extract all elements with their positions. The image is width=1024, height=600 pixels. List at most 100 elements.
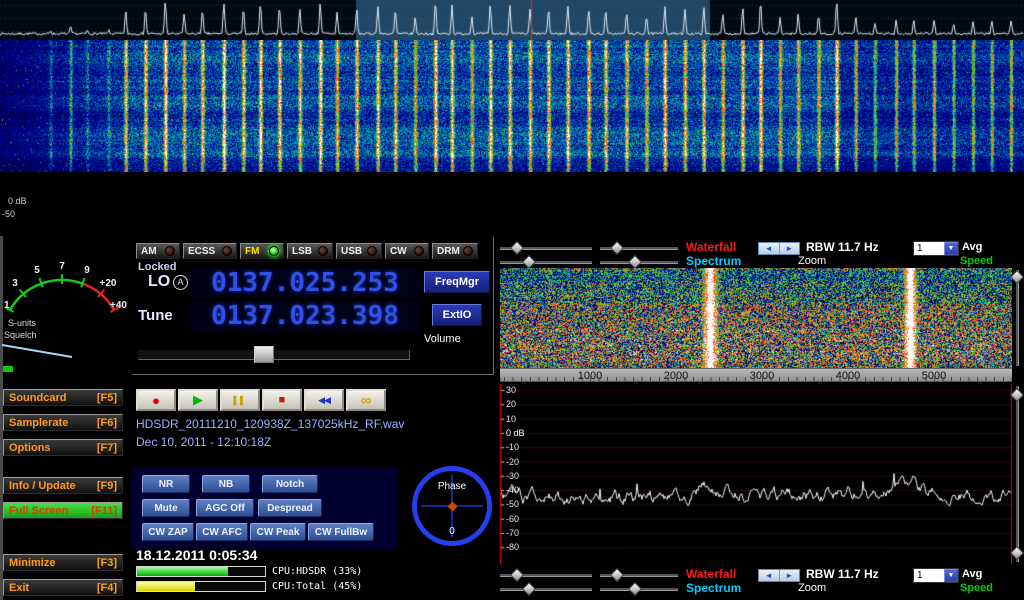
loop-button[interactable]: ∞ — [346, 389, 386, 411]
button-hotkey: [F5] — [97, 392, 117, 404]
mode-label: FM — [245, 246, 259, 257]
avg-label-top: Avg — [962, 241, 982, 253]
pause-button[interactable]: ▌▌ — [220, 389, 260, 411]
cw-zap-button[interactable]: CW ZAP — [142, 523, 194, 541]
volume-label: Volume — [424, 333, 461, 345]
cpu-total-meter — [136, 581, 266, 592]
cpu-hdsdr-text: CPU:HDSDR (33%) — [272, 566, 362, 577]
spin-left-icon[interactable]: ◄ — [759, 570, 780, 581]
mode-lsb-button[interactable]: LSB — [287, 243, 333, 259]
brightness-slider-handle[interactable] — [522, 255, 536, 269]
db-scale-label: 30 — [506, 385, 516, 395]
cw-fullbw-button[interactable]: CW FullBw — [308, 523, 374, 541]
brightness-slider-track[interactable] — [500, 261, 592, 264]
volume-slider-track[interactable] — [138, 350, 410, 360]
datetime-display: 18.12.2011 0:05:34 — [136, 547, 257, 563]
s-meter-tick-label: 7 — [59, 261, 65, 272]
nb-button[interactable]: NB — [202, 475, 250, 493]
zoom-frequency-scale[interactable]: 1000 2000 3000 4000 5000 — [500, 368, 1012, 382]
cw-afc-button[interactable]: CW AFC — [196, 523, 248, 541]
play-icon: ▶ — [193, 392, 203, 408]
dropdown-arrow-icon[interactable]: ▼ — [944, 569, 958, 582]
zoom-spin-control-bottom[interactable]: ◄ ► — [758, 569, 800, 582]
brightness-slider-handle-bottom[interactable] — [522, 582, 536, 596]
mode-ecss-button[interactable]: ECSS — [183, 243, 237, 259]
mode-led — [269, 246, 279, 256]
button-label: Info / Update — [9, 480, 76, 492]
button-hotkey: [F9] — [97, 480, 117, 492]
phase-marker-dot — [447, 501, 457, 511]
contrast-slider-handle-bottom[interactable] — [628, 582, 642, 596]
waterfall-label-top[interactable]: Waterfall — [686, 240, 736, 254]
lo-frequency-display[interactable]: 0137.025.253 — [190, 268, 420, 298]
cpu-hdsdr-meter-fill — [137, 567, 228, 576]
extio-button[interactable]: ExtIO — [432, 304, 482, 326]
spectrum-label-bottom[interactable]: Spectrum — [686, 581, 741, 595]
s-meter-tick-label: 3 — [12, 278, 18, 289]
record-button[interactable]: ● — [136, 389, 176, 411]
spectrum-range-slider-handle[interactable] — [1010, 388, 1024, 402]
button-hotkey: [F6] — [97, 417, 117, 429]
info-update-button[interactable]: Info / Update [F9] — [3, 477, 123, 494]
notch-button[interactable]: Notch — [262, 475, 318, 493]
button-label: Exit — [9, 582, 29, 594]
avg-dropdown-top[interactable]: 1 ▼ — [913, 241, 959, 256]
fullscreen-button[interactable]: Full Screen [F11] — [3, 502, 123, 519]
zoom-slider-handle-bottom[interactable] — [510, 568, 524, 582]
zoom-waterfall-display[interactable] — [500, 268, 1012, 368]
main-spectrum-display[interactable] — [0, 0, 1024, 40]
mode-drm-button[interactable]: DRM — [432, 243, 478, 259]
tune-frequency-display[interactable]: 0137.023.398 — [190, 301, 420, 331]
stop-button[interactable]: ■ — [262, 389, 302, 411]
spectrum-range-slider-track[interactable] — [1016, 386, 1019, 562]
spin-left-icon[interactable]: ◄ — [759, 243, 780, 254]
zoom-spectrum-display[interactable] — [500, 384, 1012, 564]
offset-slider-handle[interactable] — [610, 241, 624, 255]
waterfall-level-slider-handle[interactable] — [1010, 270, 1024, 284]
freq-scale-label: 3000 — [742, 370, 782, 382]
brightness-slider-track-bottom[interactable] — [500, 588, 592, 591]
mode-label: LSB — [292, 246, 312, 257]
rewind-button[interactable]: ◀◀ — [304, 389, 344, 411]
db-scale-label: 10 — [506, 414, 516, 424]
mode-fm-button[interactable]: FM — [240, 243, 284, 259]
avg-dropdown-bottom[interactable]: 1 ▼ — [913, 568, 959, 583]
nr-button[interactable]: NR — [142, 475, 190, 493]
stop-icon: ■ — [279, 394, 286, 406]
spin-right-icon[interactable]: ► — [780, 570, 800, 581]
cw-peak-button[interactable]: CW Peak — [250, 523, 306, 541]
mode-cw-button[interactable]: CW — [385, 243, 429, 259]
play-button[interactable]: ▶ — [178, 389, 218, 411]
phase-indicator: Phase 0 — [412, 466, 492, 546]
freqmgr-button[interactable]: FreqMgr — [424, 271, 490, 293]
mute-button[interactable]: Mute — [142, 499, 190, 517]
lo-vfo-a-badge[interactable]: A — [173, 275, 188, 290]
mode-label: AM — [141, 246, 157, 257]
exit-button[interactable]: Exit [F4] — [3, 579, 123, 596]
offset-slider-handle-bottom[interactable] — [610, 568, 624, 582]
zoom-spin-control-top[interactable]: ◄ ► — [758, 242, 800, 255]
mode-am-button[interactable]: AM — [136, 243, 180, 259]
locked-label: Locked — [138, 261, 177, 273]
options-button[interactable]: Options [F7] — [3, 439, 123, 456]
spin-right-icon[interactable]: ► — [780, 243, 800, 254]
spectrum-label-top[interactable]: Spectrum — [686, 254, 741, 268]
minimize-button[interactable]: Minimize [F3] — [3, 554, 123, 571]
agc-button[interactable]: AGC Off — [196, 499, 254, 517]
mode-led — [165, 246, 175, 256]
contrast-slider-handle[interactable] — [628, 255, 642, 269]
zoom-slider-handle[interactable] — [510, 241, 524, 255]
despread-button[interactable]: Despread — [258, 499, 322, 517]
waterfall-label-bottom[interactable]: Waterfall — [686, 567, 736, 581]
db-scale-label: -60 — [506, 514, 519, 524]
zoom-label-bottom: Zoom — [798, 582, 826, 594]
soundcard-button[interactable]: Soundcard [F5] — [3, 389, 123, 406]
samplerate-button[interactable]: Samplerate [F6] — [3, 414, 123, 431]
spectrum-floor-slider-handle[interactable] — [1010, 546, 1024, 560]
button-label: Samplerate — [9, 417, 68, 429]
pause-icon: ▌▌ — [233, 396, 246, 405]
mode-usb-button[interactable]: USB — [336, 243, 382, 259]
db-scale-label: -30 — [506, 471, 519, 481]
volume-slider-handle[interactable] — [254, 346, 274, 363]
dropdown-arrow-icon[interactable]: ▼ — [944, 242, 958, 255]
